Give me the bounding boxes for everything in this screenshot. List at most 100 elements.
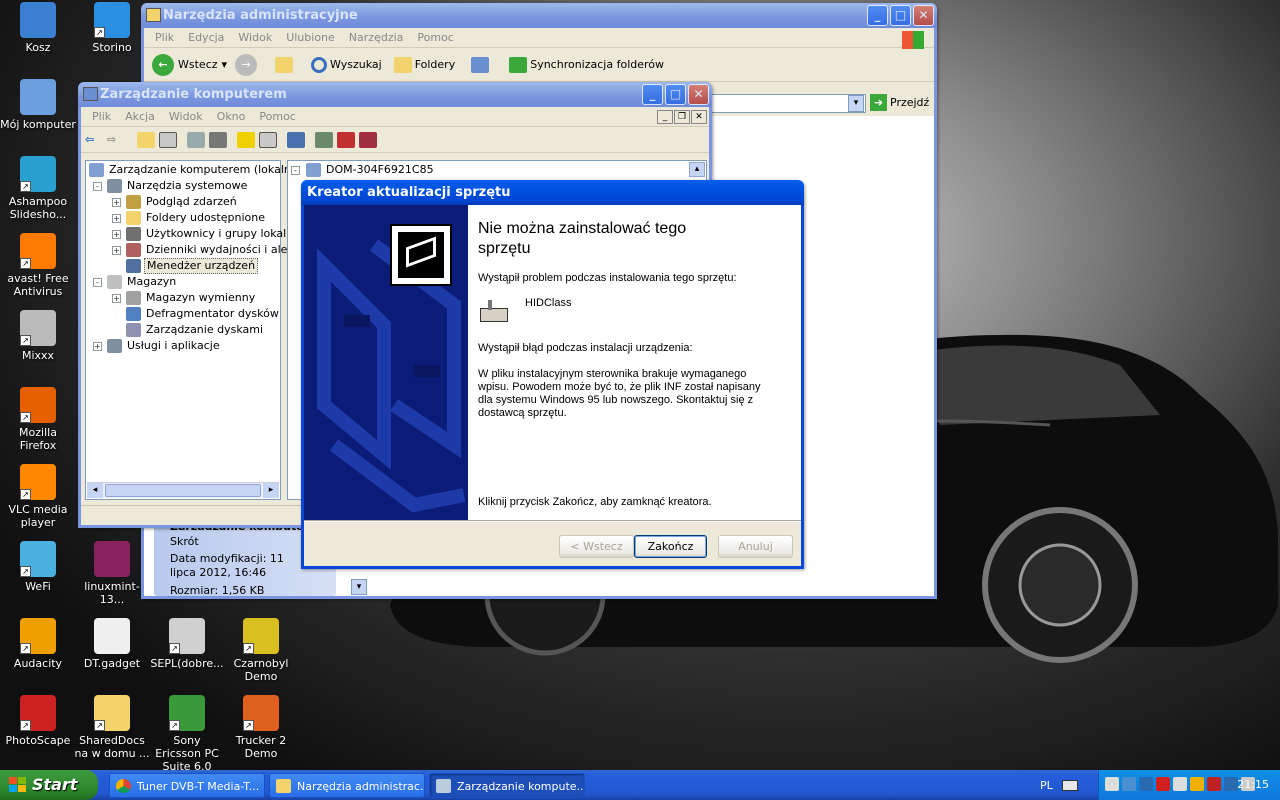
tree-item[interactable]: + Podgląd zdarzeń (86, 194, 280, 210)
mmc-menu-okno[interactable]: Okno (210, 110, 253, 123)
tree-item[interactable]: + Dzienniki wydajności i alerty (86, 242, 303, 258)
tree-item[interactable]: - Magazyn (86, 274, 280, 290)
notification-icon[interactable] (1190, 777, 1204, 791)
child-minimize-button[interactable]: _ (657, 110, 673, 124)
desktop-icon-audacity[interactable]: ↗ Audacity (0, 618, 76, 670)
tree-item[interactable]: Defragmentator dysków (86, 306, 280, 322)
explorer-menu-plik[interactable]: Plik (148, 31, 181, 44)
address-input[interactable] (710, 94, 866, 113)
display-icon[interactable] (1122, 777, 1136, 791)
tree-root[interactable]: Zarządzanie komputerem (lokalne) (86, 162, 302, 178)
start-button[interactable]: Start (0, 770, 98, 800)
scroll-left-arrow[interactable]: ◂ (87, 483, 103, 498)
back-icon[interactable]: ⇦ (85, 133, 103, 146)
back-button[interactable]: ← Wstecz ▾ (148, 53, 231, 76)
collapse-icon[interactable]: - (93, 278, 102, 287)
shield-icon[interactable] (1207, 777, 1221, 791)
back-button[interactable]: < Wstecz (559, 535, 634, 558)
monitor-icon[interactable] (1139, 777, 1153, 791)
scan-hardware-icon[interactable] (287, 131, 305, 148)
tree-item[interactable]: + Foldery udostępnione (86, 210, 280, 226)
expand-icon[interactable]: + (93, 342, 102, 351)
clock[interactable]: 21:15 (1237, 778, 1269, 791)
expand-icon[interactable]: + (112, 294, 121, 303)
views-icon[interactable] (471, 56, 490, 73)
expand-icon[interactable]: + (112, 198, 121, 207)
scroll-down-arrow[interactable]: ▾ (351, 579, 367, 595)
up-folder-icon[interactable] (275, 56, 294, 73)
expand-icon[interactable]: + (112, 230, 121, 239)
tree-item[interactable]: + Użytkownicy i grupy lokalne (86, 226, 300, 242)
mmc-title-bar[interactable]: Zarządzanie komputerem _ □ ✕ (78, 82, 712, 107)
minimize-button[interactable]: _ (642, 84, 663, 105)
mmc-menu-widok[interactable]: Widok (162, 110, 210, 123)
address-dropdown[interactable]: ▾ (848, 95, 864, 112)
desktop-icon-avast[interactable]: ↗ avast! Free Antivirus (0, 233, 76, 298)
explorer-menu-widok[interactable]: Widok (231, 31, 279, 44)
desktop-icon-my-computer[interactable]: Mój komputer (0, 79, 76, 131)
desktop-icon-dt-gadget[interactable]: DT.gadget (74, 618, 150, 670)
up-level-icon[interactable] (137, 131, 155, 148)
volume-icon[interactable] (1173, 777, 1187, 791)
desktop-icon-winrar-archive[interactable]: linuxmint-13... (74, 541, 150, 606)
language-indicator[interactable]: PL (1040, 779, 1053, 792)
desktop-icon-ashampoo-slideshow[interactable]: ↗ Ashampoo Slidesho... (0, 156, 76, 221)
close-button[interactable]: ✕ (688, 84, 709, 105)
scroll-right-arrow[interactable]: ▸ (263, 483, 279, 498)
desktop-icon-storino[interactable]: ↗ Storino (74, 2, 150, 54)
mmc-menu-pomoc[interactable]: Pomoc (252, 110, 302, 123)
taskbar-item-chrome[interactable]: Tuner DVB-T Media-T... (109, 773, 265, 798)
explorer-menu-edycja[interactable]: Edycja (181, 31, 231, 44)
tree-item[interactable]: Menedżer urządzeń (86, 258, 280, 274)
taskbar-item-computer-management[interactable]: Zarządzanie kompute... (429, 773, 585, 798)
tree-item[interactable]: + Magazyn wymienny (86, 290, 280, 306)
tree-item[interactable]: + Usługi i aplikacje (86, 338, 280, 354)
update-driver-icon[interactable] (315, 131, 333, 148)
action-pane-icon[interactable] (259, 131, 277, 148)
print-icon[interactable] (209, 131, 227, 148)
explorer-menu-ulubione[interactable]: Ulubione (279, 31, 342, 44)
security-icon[interactable] (1156, 777, 1170, 791)
forward-arrow-icon[interactable]: → (235, 53, 258, 76)
maximize-button[interactable]: □ (890, 5, 911, 26)
desktop-icon-shared-docs-folder[interactable]: ↗ SharedDocs na w domu ... (74, 695, 150, 760)
explorer-menu-narzędzia[interactable]: Narzędzia (342, 31, 411, 44)
minimize-button[interactable]: _ (867, 5, 888, 26)
desktop-icon-sony-ericsson[interactable]: ↗ Sony Ericsson PC Suite 6.0 (149, 695, 225, 773)
desktop-icon-czarnobyl-demo[interactable]: ↗ Czarnobyl Demo (223, 618, 299, 683)
disable-icon[interactable] (359, 131, 377, 148)
desktop-icon-recycle-bin[interactable]: Kosz (0, 2, 76, 54)
search-button[interactable]: Wyszukaj (311, 56, 382, 73)
help-icon[interactable] (237, 131, 255, 148)
folders-button[interactable]: Foldery (393, 56, 455, 73)
scroll-thumb[interactable] (105, 484, 261, 497)
tree-hscrollbar[interactable]: ◂ ▸ (87, 482, 279, 498)
connection-icon[interactable] (1224, 777, 1238, 791)
tree-item[interactable]: - Narzędzia systemowe (86, 178, 280, 194)
child-restore-button[interactable]: ❐ (674, 110, 690, 124)
explorer-menu-pomoc[interactable]: Pomoc (410, 31, 460, 44)
desktop-icon-photoscape[interactable]: ↗ PhotoScape (0, 695, 76, 747)
scroll-up-arrow[interactable]: ▴ (689, 162, 705, 177)
expand-icon[interactable]: + (112, 246, 121, 255)
desktop-icon-wefi[interactable]: ↗ WeFi (0, 541, 76, 593)
cancel-button[interactable]: Anuluj (718, 535, 793, 558)
desktop-icon-mixxx[interactable]: ↗ Mixxx (0, 310, 76, 362)
desktop-icon-trucker-2[interactable]: ↗ Trucker 2 Demo (223, 695, 299, 760)
expand-icon[interactable]: + (112, 214, 121, 223)
keyboard-icon[interactable] (1062, 780, 1078, 791)
mmc-menu-akcja[interactable]: Akcja (118, 110, 162, 123)
explorer-title-bar[interactable]: Narzędzia administracyjne _ □ ✕ (141, 3, 937, 28)
uninstall-icon[interactable] (337, 131, 355, 148)
collapse-icon[interactable]: - (93, 182, 102, 191)
close-button[interactable]: ✕ (913, 5, 934, 26)
wizard-title-bar[interactable]: Kreator aktualizacji sprzętu (301, 180, 804, 205)
sync-button[interactable]: Synchronizacja folderów (509, 56, 664, 73)
go-button[interactable]: ➜ Przejdź (870, 94, 929, 111)
desktop-icon-vlc[interactable]: ↗ VLC media player (0, 464, 76, 529)
mmc-menu-plik[interactable]: Plik (85, 110, 118, 123)
desktop-icon-sepl[interactable]: ↗ SEPL(dobre... (149, 618, 225, 670)
tree-item[interactable]: Zarządzanie dyskami (86, 322, 280, 338)
device-root[interactable]: - DOM-304F6921C85 (288, 162, 706, 178)
maximize-button[interactable]: □ (665, 84, 686, 105)
